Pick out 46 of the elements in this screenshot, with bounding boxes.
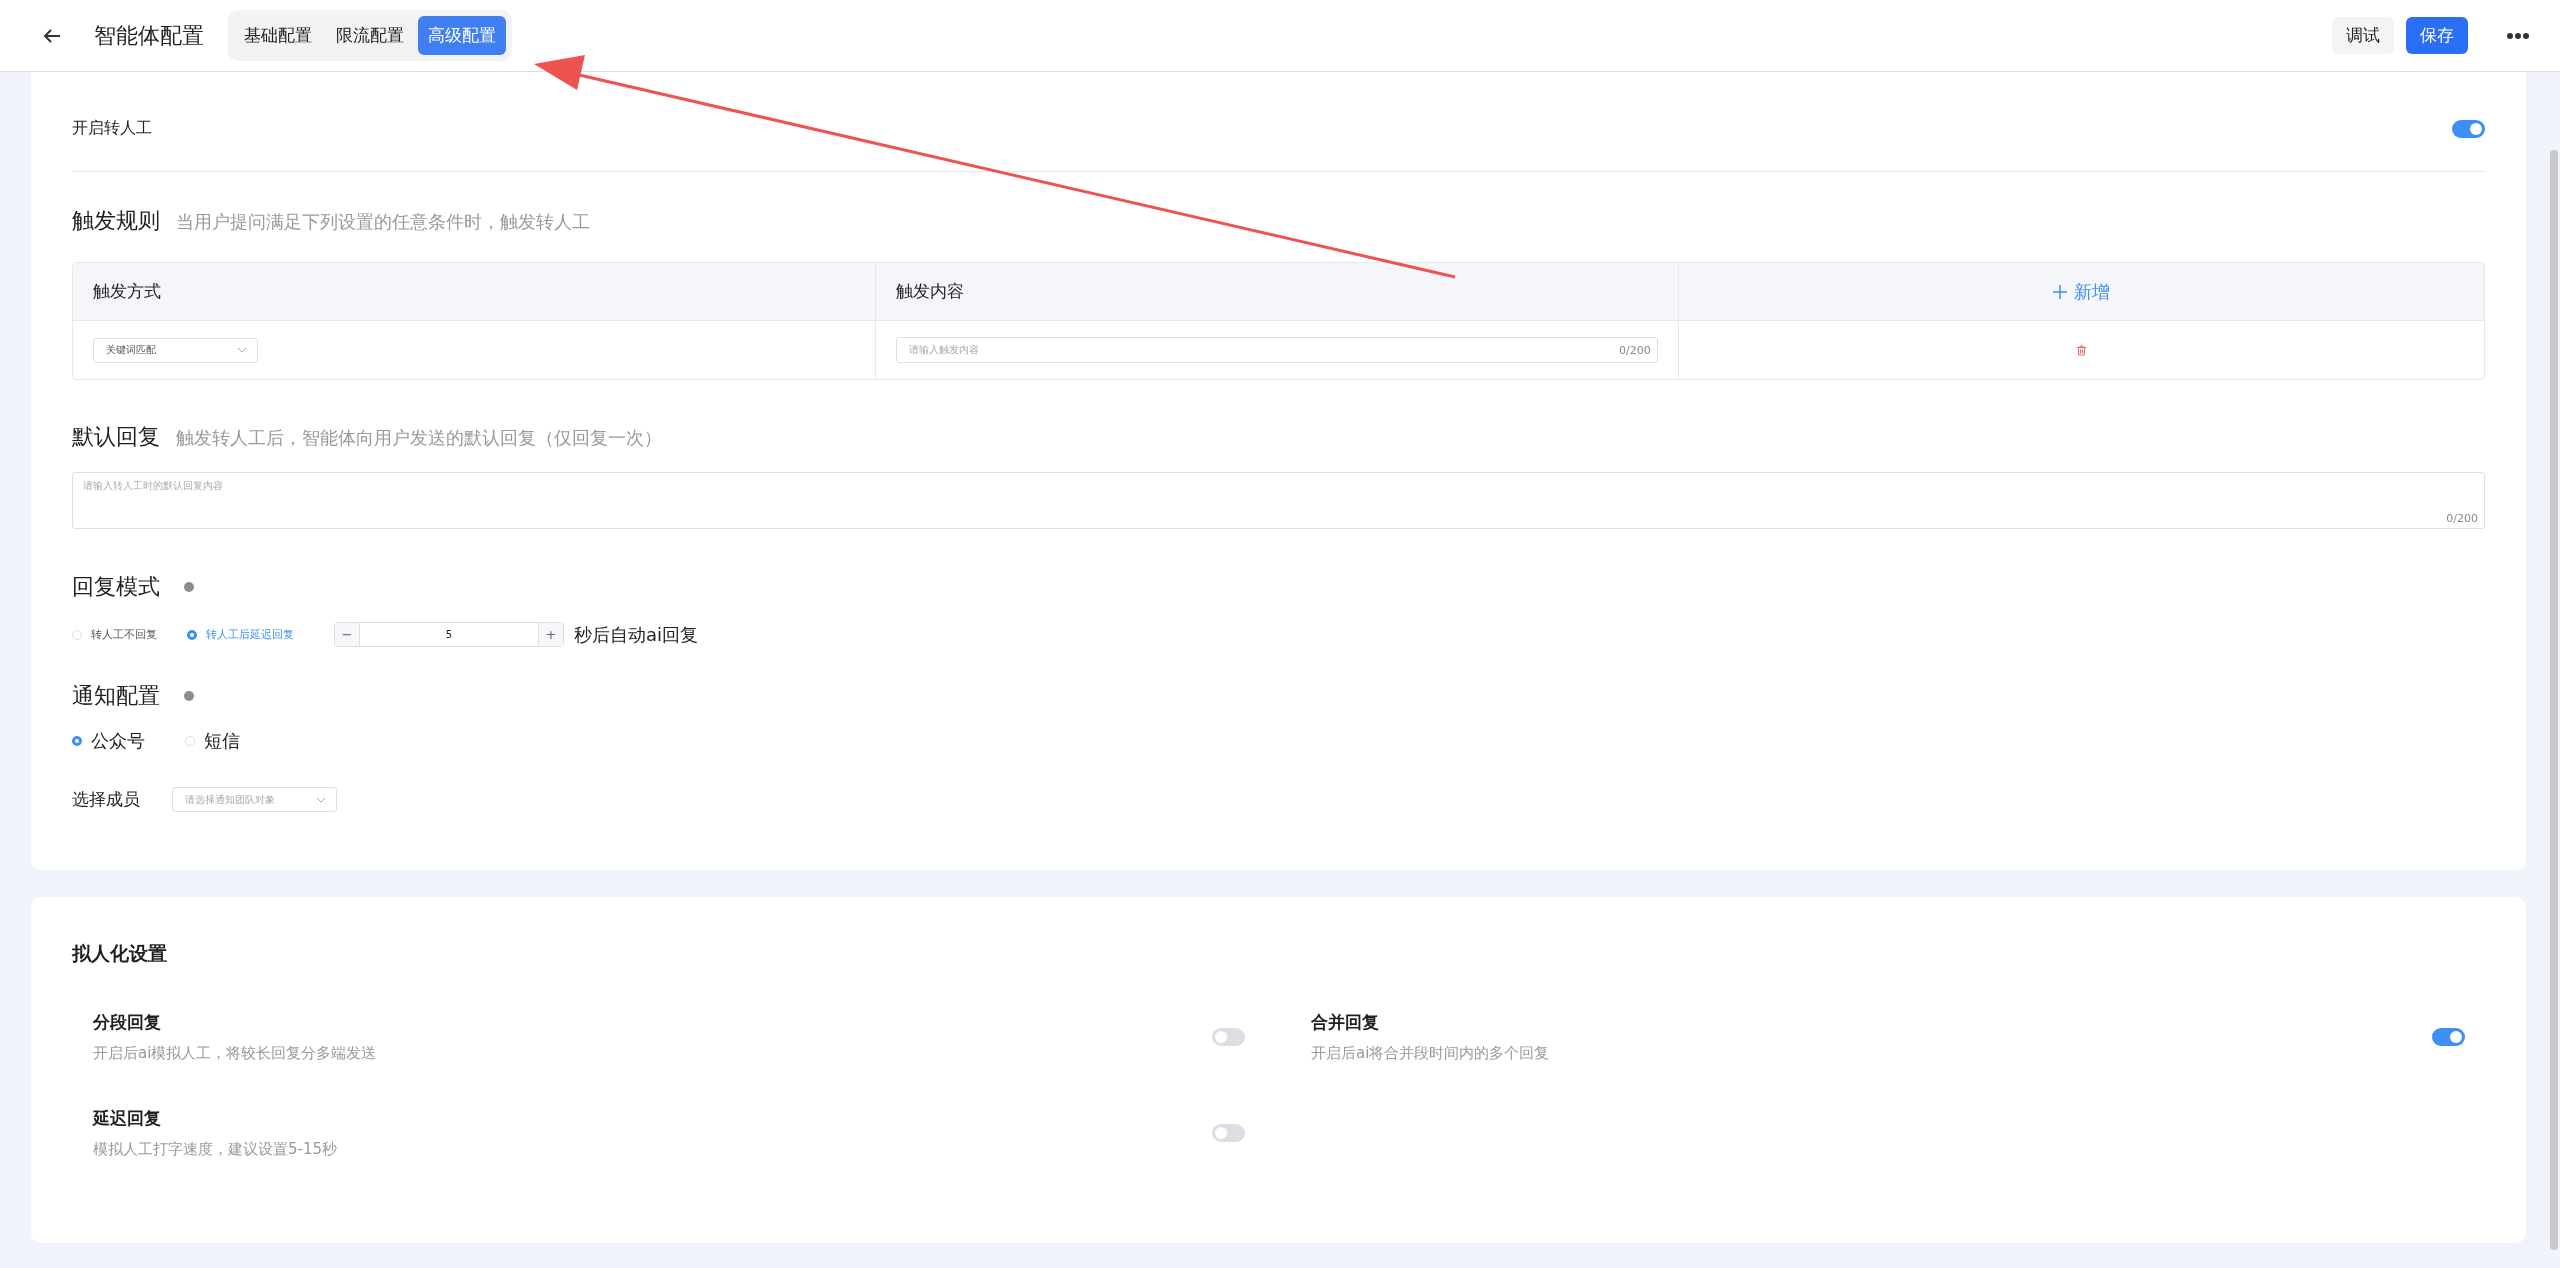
toggle-switch[interactable] [1212, 1028, 1245, 1046]
method-select[interactable]: 关键词匹配 [93, 337, 258, 363]
column-header: 触发方式 [73, 263, 876, 321]
radio-option[interactable]: 公众号 [72, 729, 145, 753]
number-stepper[interactable]: − 5 + [334, 622, 564, 647]
toggle-switch[interactable] [2432, 1028, 2465, 1046]
more-icon[interactable] [2506, 31, 2530, 40]
plus-icon [2052, 283, 2069, 300]
debug-button[interactable]: 调试 [2332, 17, 2394, 54]
toggle-switch[interactable] [2452, 119, 2485, 138]
section-hint: 触发转人工后，智能体向用户发送的默认回复（仅回复一次） [176, 426, 662, 450]
setting-description: 开启后ai模拟人工，将较长回复分多端发送 [93, 1044, 377, 1063]
section-title: 触发规则 [72, 207, 160, 235]
save-button[interactable]: 保存 [2406, 17, 2468, 54]
tab[interactable]: 限流配置 [326, 16, 414, 55]
scrollbar[interactable] [2550, 150, 2558, 1250]
toggle-switch[interactable] [1212, 1124, 1245, 1142]
chevron-down-icon [237, 347, 247, 353]
setting-description: 模拟人工打字速度，建议设置5-15秒 [93, 1140, 338, 1159]
setting-label: 开启转人工 [72, 118, 152, 139]
chevron-down-icon [316, 796, 326, 803]
section-title: 拟人化设置 [72, 941, 168, 966]
radio-option[interactable]: 短信 [185, 729, 240, 753]
delay-suffix: 秒后自动ai回复 [574, 622, 699, 647]
field-label: 选择成员 [72, 788, 140, 811]
tab[interactable]: 基础配置 [234, 16, 322, 55]
setting-title: 合并回复 [1311, 1011, 1380, 1034]
radio-option[interactable]: 转人工不回复 [72, 627, 157, 642]
stepper-value: 5 [444, 628, 454, 642]
content-input[interactable]: 请输入触发内容 0/200 [895, 337, 1658, 363]
tab[interactable]: 高级配置 [418, 16, 506, 55]
reply-textarea[interactable]: 请输入转人工时的默认回复内容 0/200 [72, 472, 2485, 529]
increment-button[interactable]: + [538, 623, 563, 646]
section-title: 回复模式 [72, 573, 160, 601]
section-hint: 当用户提问满足下列设置的任意条件时，触发转人工 [176, 210, 590, 234]
decrement-button[interactable]: − [335, 623, 360, 646]
section-title: 默认回复 [72, 423, 160, 451]
add-button[interactable]: 新增 [2046, 278, 2117, 305]
setting-title: 分段回复 [93, 1011, 162, 1034]
trash-icon[interactable] [2075, 344, 2087, 356]
radio-option[interactable]: 转人工后延迟回复 [187, 627, 294, 642]
section-title: 通知配置 [72, 682, 160, 710]
setting-description: 开启后ai将合并段时间内的多个回复 [1311, 1044, 1550, 1063]
column-header: 触发内容 [875, 263, 1679, 321]
setting-title: 延迟回复 [93, 1107, 162, 1130]
page-title: 智能体配置 [94, 21, 204, 50]
